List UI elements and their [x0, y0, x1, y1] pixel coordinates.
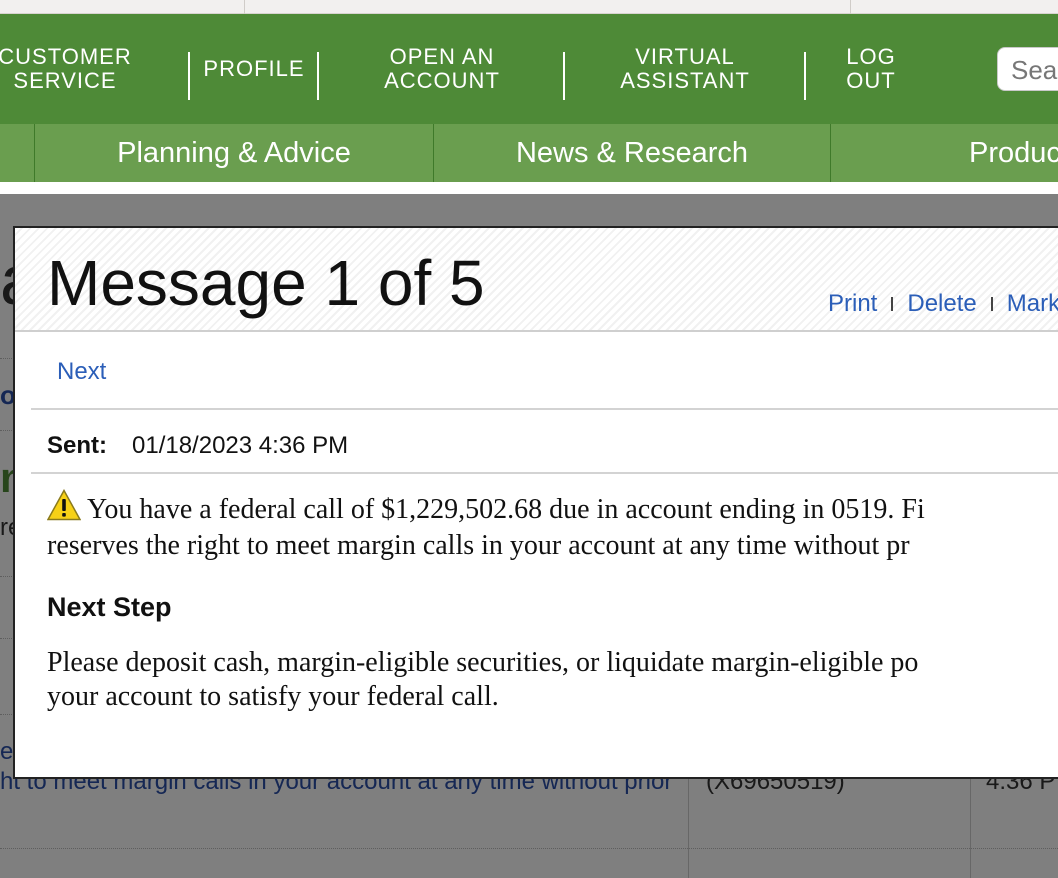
main-nav-label: Planning & Advice — [117, 136, 351, 169]
util-nav-profile[interactable]: PROFILE — [190, 14, 318, 124]
next-step-line: your account to satisfy your federal cal… — [47, 681, 499, 712]
search-placeholder: Sear — [1011, 55, 1058, 85]
sent-row: Sent: 01/18/2023 4:36 PM — [31, 412, 1058, 474]
modal-header: Message 1 of 5 Print Delete Mark — [15, 228, 1058, 332]
main-nav-label: Produc — [969, 136, 1058, 169]
modal-title: Message 1 of 5 — [47, 247, 485, 319]
main-nav-products[interactable]: Produc — [831, 124, 1058, 182]
page: CUSTOMER SERVICE PROFILE OPEN AN ACCOUNT… — [0, 0, 1058, 878]
util-nav-label: OPEN AN ACCOUNT — [384, 44, 500, 93]
mark-link[interactable]: Mark — [1007, 290, 1058, 318]
util-nav-divider — [563, 52, 565, 100]
util-nav-open-account[interactable]: OPEN AN ACCOUNT — [320, 14, 564, 124]
sent-label: Sent: — [47, 432, 107, 459]
message-body-line: You have a federal call of $1,229,502.68… — [87, 494, 925, 525]
util-nav-label: PROFILE — [203, 56, 305, 81]
search-input[interactable]: Sear — [997, 47, 1058, 91]
main-nav: Planning & Advice News & Research Produc — [0, 124, 1058, 182]
utility-nav: CUSTOMER SERVICE PROFILE OPEN AN ACCOUNT… — [0, 14, 1058, 124]
main-nav-label: News & Research — [515, 136, 749, 169]
util-nav-customer-service[interactable]: CUSTOMER SERVICE — [0, 14, 132, 124]
util-nav-label: VIRTUAL ASSISTANT — [620, 44, 750, 93]
next-step-heading: Next Step — [47, 592, 172, 622]
sent-timestamp: 01/18/2023 4:36 PM — [132, 432, 349, 459]
top-strip — [0, 0, 1058, 14]
util-nav-label: LOG OUT — [846, 44, 896, 93]
message-modal: Message 1 of 5 Print Delete Mark Next Se… — [13, 226, 1058, 779]
pagination-row: Next — [31, 334, 1058, 410]
util-nav-log-out[interactable]: LOG OUT — [806, 14, 936, 124]
util-nav-virtual-assistant[interactable]: VIRTUAL ASSISTANT — [566, 14, 804, 124]
action-divider — [891, 297, 894, 311]
print-link[interactable]: Print — [828, 290, 877, 318]
main-nav-planning-advice[interactable]: Planning & Advice — [35, 124, 433, 182]
delete-link[interactable]: Delete — [907, 290, 976, 318]
nav-spacer — [0, 182, 1058, 194]
action-divider — [990, 297, 993, 311]
message-body-line: reserves the right to meet margin calls … — [47, 530, 910, 561]
top-strip-divider — [244, 0, 245, 14]
next-message-link[interactable]: Next — [57, 358, 106, 386]
message-body: You have a federal call of $1,229,502.68… — [47, 492, 1058, 564]
main-nav-news-research[interactable]: News & Research — [434, 124, 830, 182]
top-strip-divider — [850, 0, 851, 14]
util-nav-label: CUSTOMER SERVICE — [0, 44, 132, 93]
next-step-line: Please deposit cash, margin-eligible sec… — [47, 647, 919, 678]
modal-actions: Print Delete Mark — [828, 290, 1058, 318]
next-step-body: Please deposit cash, margin-eligible sec… — [47, 646, 1058, 714]
util-nav-divider — [317, 52, 319, 100]
